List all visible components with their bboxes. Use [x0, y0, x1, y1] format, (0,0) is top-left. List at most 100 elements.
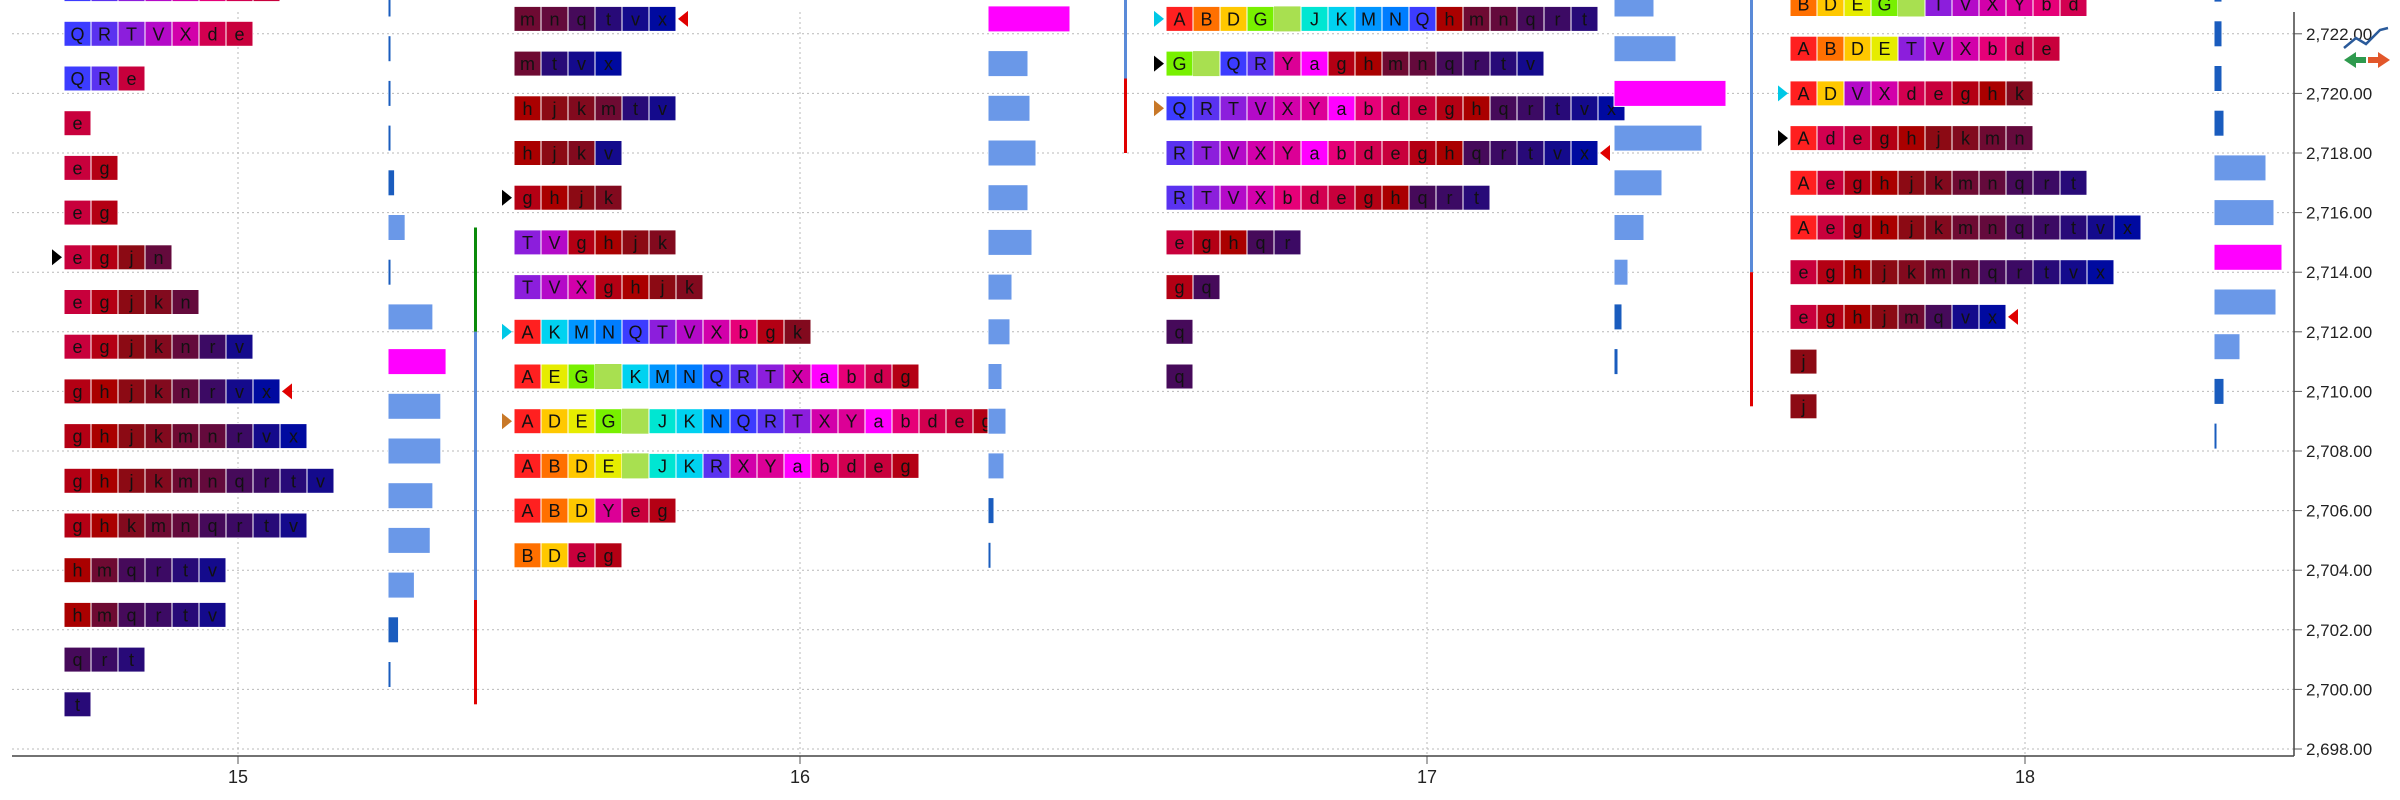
tpo-letter: h	[1906, 129, 1916, 149]
volume-bar	[1613, 79, 1727, 107]
tpo-letter: e	[1798, 307, 1808, 327]
tpo-letter: h	[1390, 188, 1400, 208]
tpo-letter: b	[738, 322, 748, 342]
tpo-letter: a	[792, 456, 803, 476]
tpo-letter: j	[660, 278, 665, 298]
tpo-letter: h	[1228, 233, 1238, 253]
volume-bar	[2213, 0, 2223, 3]
volume-bar	[1613, 348, 1619, 376]
tpo-letter: g	[1336, 54, 1346, 74]
tpo-letter: g	[603, 546, 613, 566]
tpo-letter: t	[1555, 99, 1560, 119]
tpo-letter: N	[683, 367, 696, 387]
tpo-letter: q	[1417, 188, 1427, 208]
tpo-letter: D	[548, 546, 561, 566]
tpo-letter: j	[579, 188, 584, 208]
tpo-letter: x	[1988, 307, 1997, 327]
tpo-letter: X	[791, 367, 803, 387]
tpo-letter: k	[154, 382, 164, 402]
tpo-letter: Q	[736, 412, 750, 432]
volume-bar	[987, 541, 992, 569]
tpo-cell	[225, 0, 254, 3]
tpo-letter: v	[262, 427, 271, 447]
tpo-letter: x	[289, 427, 298, 447]
tpo-letter: j	[129, 248, 134, 268]
tpo-letter: v	[208, 561, 217, 581]
tpo-letter: h	[1444, 9, 1454, 29]
tpo-letter: h	[1852, 307, 1862, 327]
tpo-letter: q	[1174, 322, 1184, 342]
tpo-letter: A	[521, 367, 533, 387]
volume-range-bar-red	[474, 600, 477, 705]
tpo-letter: Q	[1226, 54, 1240, 74]
tpo-letter: e	[1933, 84, 1943, 104]
tpo-letter: k	[154, 427, 164, 447]
tpo-letter: R	[764, 412, 777, 432]
tpo-letter: x	[658, 9, 667, 29]
tpo-letter: V	[152, 24, 164, 44]
tpo-letter: g	[765, 322, 775, 342]
tpo-letter: v	[631, 9, 640, 29]
tpo-letter: n	[549, 9, 559, 29]
tpo-letter: e	[1825, 218, 1835, 238]
tpo-letter: n	[180, 516, 190, 536]
tpo-letter: t	[1528, 144, 1533, 164]
volume-bar	[387, 437, 442, 465]
tpo-letter: m	[1469, 9, 1484, 29]
chart-trend-icon[interactable]	[2340, 26, 2394, 74]
tpo-letter: k	[1934, 173, 1944, 193]
tpo-letter: v	[316, 471, 325, 491]
volume-bar	[387, 303, 434, 331]
tpo-letter: h	[72, 605, 82, 625]
tpo-letter: r	[1285, 233, 1291, 253]
tpo-letter: V	[1227, 144, 1239, 164]
profile-16: rmqrtmnqrtmnqrtvmnqtvxmtvxhjkmtvhjkvghjk…	[502, 5, 1001, 569]
volume-bar	[987, 452, 1005, 480]
volume-bar	[387, 661, 392, 688]
tpo-letter: D	[1824, 0, 1837, 15]
tpo-letter: M	[655, 367, 670, 387]
tpo-letter: B	[1824, 39, 1836, 59]
tpo-letter: j	[1801, 397, 1806, 417]
tpo-letter: T	[1228, 99, 1239, 119]
tpo-letter: q	[207, 516, 217, 536]
tpo-letter: g	[1852, 173, 1862, 193]
tpo-letter: e	[126, 69, 136, 89]
tpo-letter: j	[633, 233, 638, 253]
tpo-letter: K	[1335, 9, 1347, 29]
tpo-letter: T	[1201, 144, 1212, 164]
tpo-cell	[90, 0, 119, 3]
tpo-letter: M	[1361, 9, 1376, 29]
tpo-letter: A	[521, 322, 533, 342]
tpo-letter: k	[154, 471, 164, 491]
tpo-letter: t	[183, 561, 188, 581]
tpo-marker	[2008, 308, 2018, 325]
tpo-letter: d	[927, 412, 937, 432]
tpo-letter: a	[873, 412, 884, 432]
tpo-letter: V	[548, 278, 560, 298]
x-tick-label: 18	[2015, 767, 2035, 787]
tpo-letter: q	[1201, 278, 1211, 298]
tpo-letter: T	[126, 24, 137, 44]
tpo-letter: v	[658, 99, 667, 119]
tpo-letter: R	[1200, 99, 1213, 119]
tpo-profiles: ABDGABDEGABEGJKMYabJKMNQTVXYabKNQTVXYbde…	[52, 0, 2142, 718]
tpo-letter: g	[900, 367, 910, 387]
tpo-letter: T	[522, 278, 533, 298]
tpo-letter: h	[99, 382, 109, 402]
tpo-letter: t	[633, 99, 638, 119]
tpo-letter: V	[1227, 188, 1239, 208]
tpo-letter: X	[737, 456, 749, 476]
tpo-letter: r	[102, 650, 108, 670]
tpo-letter: R	[98, 69, 111, 89]
volume-bar	[987, 407, 1007, 435]
tpo-letter: q	[1933, 307, 1943, 327]
tpo-letter: V	[683, 322, 695, 342]
tpo-letter: Y	[1308, 99, 1320, 119]
tpo-letter: q	[126, 605, 136, 625]
tpo-cell	[171, 0, 200, 3]
tpo-letter: g	[1444, 99, 1454, 119]
tpo-letter: j	[552, 144, 557, 164]
tpo-letter: h	[1879, 218, 1889, 238]
tpo-letter: d	[207, 24, 217, 44]
